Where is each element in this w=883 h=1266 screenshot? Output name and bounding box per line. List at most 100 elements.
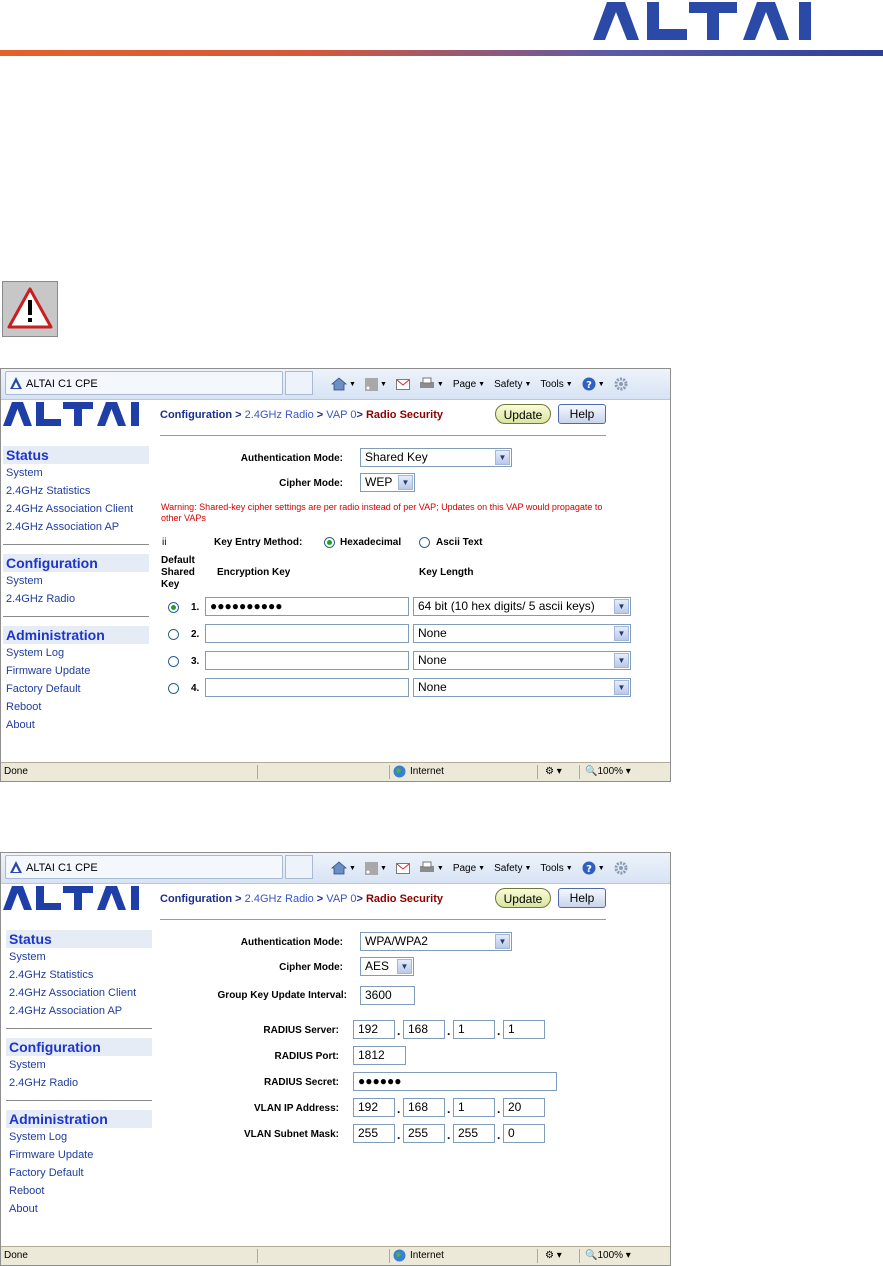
page-menu[interactable]: Page ▼: [453, 863, 485, 874]
cipher-mode-select[interactable]: AES ▼: [360, 957, 414, 976]
auth-mode-select[interactable]: WPA/WPA2 ▼: [360, 932, 512, 951]
page-menu[interactable]: Page ▼: [453, 379, 485, 390]
breadcrumb-separator: >: [232, 409, 245, 421]
nav-item-about[interactable]: About: [3, 716, 149, 734]
feeds-button[interactable]: ▼: [364, 377, 387, 391]
key-entry-hex-radio[interactable]: [324, 537, 335, 548]
vlan-ip-octet-3[interactable]: 1: [453, 1098, 495, 1117]
help-button[interactable]: Help: [558, 404, 606, 424]
safety-menu[interactable]: Safety ▼: [494, 379, 531, 390]
nav-heading-administration: Administration: [6, 1110, 152, 1128]
tools-menu[interactable]: Tools ▼: [540, 379, 572, 390]
encryption-key-input-2[interactable]: [205, 624, 409, 643]
radius-server-octet-4[interactable]: 1: [503, 1020, 545, 1039]
radius-port-input[interactable]: 1812: [353, 1046, 406, 1065]
nav-item-firmware-update[interactable]: Firmware Update: [6, 1146, 152, 1164]
nav-item-system[interactable]: System: [3, 464, 149, 482]
browser-tab[interactable]: ALTAI C1 CPE: [5, 855, 283, 879]
key-length-select-3[interactable]: None ▼: [413, 651, 631, 670]
nav-item-system-log[interactable]: System Log: [3, 644, 149, 662]
cipher-mode-label: Cipher Mode:: [279, 962, 343, 973]
breadcrumb-radio-link[interactable]: 2.4GHz Radio: [245, 893, 314, 905]
breadcrumb-radio-link[interactable]: 2.4GHz Radio: [245, 409, 314, 421]
group-key-interval-input[interactable]: 3600: [360, 986, 415, 1005]
zoom-level[interactable]: 🔍100% ▾: [585, 766, 631, 777]
page-content: Status System 2.4GHz Statistics 2.4GHz A…: [1, 884, 670, 1247]
auth-mode-select[interactable]: Shared Key ▼: [360, 448, 512, 467]
zoom-level[interactable]: 🔍100% ▾: [585, 1250, 631, 1261]
nav-item-association-ap[interactable]: 2.4GHz Association AP: [3, 518, 149, 536]
encryption-key-input-3[interactable]: [205, 651, 409, 670]
breadcrumb: Configuration > 2.4GHz Radio > VAP 0> Ra…: [160, 893, 443, 905]
nav-item-about[interactable]: About: [6, 1200, 152, 1218]
altai-logo: [593, 2, 811, 40]
default-key-radio-1[interactable]: [168, 602, 179, 613]
protected-mode-icon[interactable]: ⚙ ▾: [545, 1250, 562, 1261]
radius-server-octet-3[interactable]: 1: [453, 1020, 495, 1039]
nav-item-system[interactable]: System: [6, 948, 152, 966]
breadcrumb-vap-link[interactable]: VAP 0: [326, 409, 356, 421]
nav-item-association-client[interactable]: 2.4GHz Association Client: [6, 984, 152, 1002]
nav-item-reboot[interactable]: Reboot: [3, 698, 149, 716]
vlan-mask-octet-4[interactable]: 0: [503, 1124, 545, 1143]
nav-item-reboot[interactable]: Reboot: [6, 1182, 152, 1200]
breadcrumb-vap-link[interactable]: VAP 0: [326, 893, 356, 905]
nav-item-factory-default[interactable]: Factory Default: [6, 1164, 152, 1182]
nav-item-association-client[interactable]: 2.4GHz Association Client: [3, 500, 149, 518]
update-button[interactable]: Update: [495, 404, 551, 424]
new-tab-button[interactable]: [285, 371, 313, 395]
nav-item-statistics[interactable]: 2.4GHz Statistics: [3, 482, 149, 500]
safety-menu[interactable]: Safety ▼: [494, 863, 531, 874]
vlan-mask-octet-2[interactable]: 255: [403, 1124, 445, 1143]
vlan-ip-octet-2[interactable]: 168: [403, 1098, 445, 1117]
safety-menu-label: Safety: [494, 862, 523, 874]
vlan-ip-octet-4[interactable]: 20: [503, 1098, 545, 1117]
nav-item-association-ap[interactable]: 2.4GHz Association AP: [6, 1002, 152, 1020]
cipher-mode-select[interactable]: WEP ▼: [360, 473, 415, 492]
nav-item-factory-default[interactable]: Factory Default: [3, 680, 149, 698]
chevron-down-icon: ▼: [397, 959, 412, 974]
key-length-select-4[interactable]: None ▼: [413, 678, 631, 697]
tools-menu[interactable]: Tools ▼: [540, 863, 572, 874]
encryption-key-input-1[interactable]: ●●●●●●●●●●: [205, 597, 409, 616]
update-button[interactable]: Update: [495, 888, 551, 908]
security-zone[interactable]: Internet: [393, 1249, 444, 1262]
default-key-radio-4[interactable]: [168, 683, 179, 694]
help-menu[interactable]: ? ▼: [582, 861, 605, 875]
nav-item-system-log[interactable]: System Log: [6, 1128, 152, 1146]
radius-server-octet-2[interactable]: 168: [403, 1020, 445, 1039]
research-button[interactable]: [614, 377, 628, 391]
radius-server-octet-1[interactable]: 192: [353, 1020, 395, 1039]
vlan-mask-octet-3[interactable]: 255: [453, 1124, 495, 1143]
vlan-ip-octet-1[interactable]: 192: [353, 1098, 395, 1117]
nav-item-config-radio[interactable]: 2.4GHz Radio: [6, 1074, 152, 1092]
default-key-radio-2[interactable]: [168, 629, 179, 640]
nav-item-config-system[interactable]: System: [6, 1056, 152, 1074]
help-button[interactable]: Help: [558, 888, 606, 908]
mail-button[interactable]: [395, 862, 410, 874]
nav-item-config-radio[interactable]: 2.4GHz Radio: [3, 590, 149, 608]
mail-button[interactable]: [395, 378, 410, 390]
home-button[interactable]: ▼: [331, 861, 356, 875]
research-button[interactable]: [614, 861, 628, 875]
browser-tab[interactable]: ALTAI C1 CPE: [5, 371, 283, 395]
security-zone[interactable]: Internet: [393, 765, 444, 778]
home-button[interactable]: ▼: [331, 377, 356, 391]
new-tab-button[interactable]: [285, 855, 313, 879]
radius-secret-input[interactable]: ●●●●●●: [353, 1072, 557, 1091]
globe-icon: [393, 1249, 406, 1262]
default-key-radio-3[interactable]: [168, 656, 179, 667]
nav-item-statistics[interactable]: 2.4GHz Statistics: [6, 966, 152, 984]
print-button[interactable]: ▼: [419, 861, 444, 875]
nav-item-firmware-update[interactable]: Firmware Update: [3, 662, 149, 680]
key-entry-ascii-radio[interactable]: [419, 537, 430, 548]
key-length-select-1[interactable]: 64 bit (10 hex digits/ 5 ascii keys) ▼: [413, 597, 631, 616]
encryption-key-input-4[interactable]: [205, 678, 409, 697]
nav-item-config-system[interactable]: System: [3, 572, 149, 590]
protected-mode-icon[interactable]: ⚙ ▾: [545, 766, 562, 777]
print-button[interactable]: ▼: [419, 377, 444, 391]
help-menu[interactable]: ? ▼: [582, 377, 605, 391]
vlan-mask-octet-1[interactable]: 255: [353, 1124, 395, 1143]
feeds-button[interactable]: ▼: [364, 861, 387, 875]
key-length-select-2[interactable]: None ▼: [413, 624, 631, 643]
